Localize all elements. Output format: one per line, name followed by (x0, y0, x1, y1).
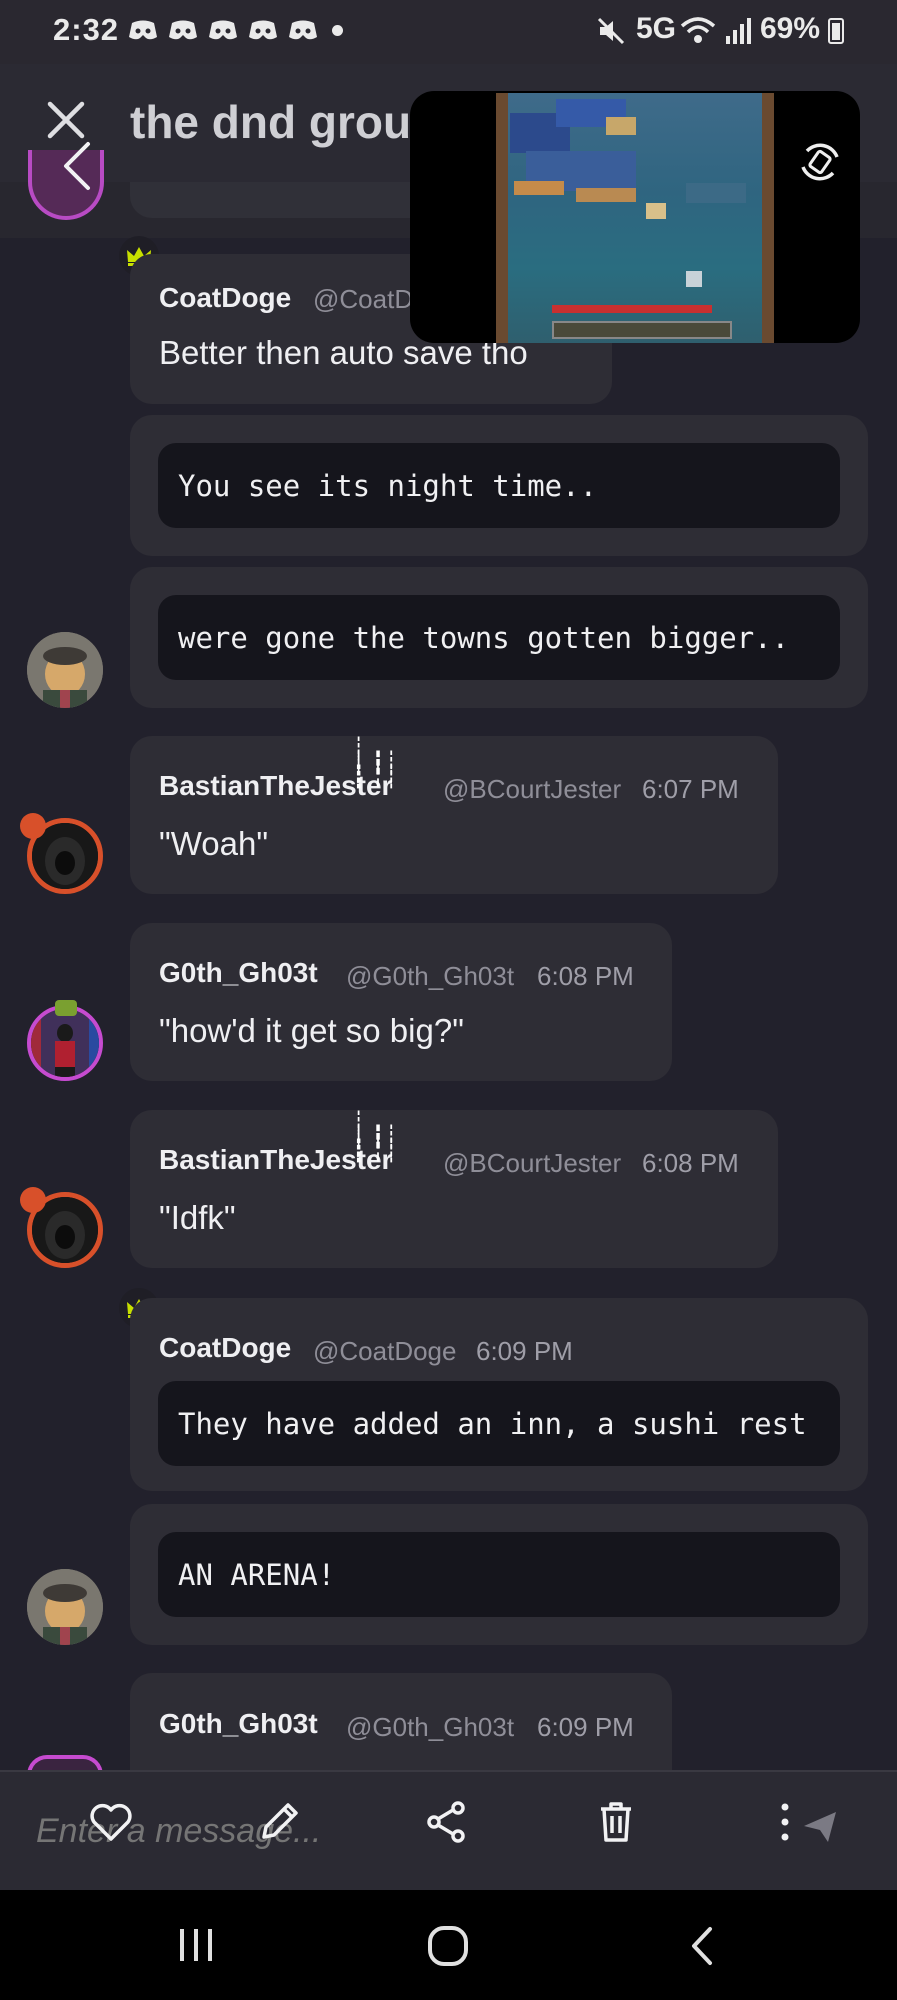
message-author[interactable]: CoatDoge (159, 1332, 291, 1364)
battery-percent: 69% (760, 12, 821, 45)
battery-icon (828, 18, 844, 44)
message-bubble[interactable] (130, 1110, 778, 1268)
message-bubble[interactable] (130, 923, 672, 1081)
code-block: They have added an inn, a sushi rest (158, 1381, 840, 1466)
code-text: AN ARENA! (178, 1558, 336, 1592)
avatar[interactable] (27, 1569, 103, 1645)
home-icon[interactable] (425, 1923, 471, 1969)
code-text: They have added an inn, a sushi rest (178, 1407, 807, 1441)
message-text: "Idfk" (159, 1199, 236, 1236)
code-text: You see its night time.. (178, 469, 598, 503)
avatar[interactable] (27, 632, 103, 708)
more-vertical-icon[interactable] (770, 1797, 800, 1847)
code-text: were gone the towns gotten bigger.. (178, 621, 790, 655)
goth-avatar-image (31, 1009, 99, 1077)
wifi-icon (680, 17, 716, 43)
signal-icon (726, 18, 751, 44)
message-time: 6:09 PM (537, 1712, 634, 1742)
message-time: 6:07 PM (642, 774, 739, 804)
code-block: AN ARENA! (158, 1532, 840, 1617)
avatar[interactable] (27, 1005, 103, 1081)
pencil-icon[interactable] (254, 1797, 304, 1847)
avatar-badge (20, 1187, 46, 1213)
recent-apps-icon[interactable] (174, 1925, 220, 1965)
back-icon[interactable] (58, 140, 98, 192)
more-notifications-dot (332, 25, 343, 36)
message-handle: @G0th_Gh03t (346, 961, 515, 991)
discord-notification-icon (129, 20, 157, 40)
trash-icon[interactable] (591, 1797, 641, 1847)
share-icon[interactable] (422, 1797, 472, 1847)
message-handle: @BCourtJester (443, 1148, 622, 1178)
message-author[interactable]: CoatDoge (159, 282, 291, 314)
doge-avatar-image (27, 1569, 103, 1645)
discord-notification-icon (209, 20, 237, 40)
video-frame (496, 93, 774, 343)
message-handle: @CoatD (313, 284, 414, 314)
close-icon[interactable] (44, 98, 88, 142)
code-block: You see its night time.. (158, 443, 840, 528)
discord-notification-icon (249, 20, 277, 40)
avatar-badge (20, 813, 46, 839)
message-text: "how'd it get so big?" (159, 1012, 464, 1049)
chat-title: the dnd group (130, 96, 440, 148)
network-type: 5G (636, 12, 677, 45)
message-time: 6:09 PM (476, 1336, 573, 1366)
back-nav-icon[interactable] (684, 1923, 720, 1969)
rotate-screen-icon[interactable] (797, 139, 843, 185)
code-block: were gone the towns gotten bigger.. (158, 595, 840, 680)
message-author[interactable]: G0th_Gh03t (159, 1708, 318, 1740)
discord-notification-icon (169, 20, 197, 40)
message-time: 6:08 PM (537, 961, 634, 991)
status-time: 2:32 (53, 12, 120, 47)
send-icon[interactable] (798, 1804, 842, 1848)
mute-icon (597, 17, 625, 45)
doge-avatar-image (27, 632, 103, 708)
author-decoration: ┊ ┆ ┇┊ ┋ ╎┊ (352, 1110, 398, 1163)
author-decoration: ┊ ┆ ┇┊ ┋ ╎┊ (352, 736, 398, 789)
message-handle: @CoatDoge (313, 1336, 457, 1366)
message-handle: @G0th_Gh03t (346, 1712, 515, 1742)
avatar-badge (55, 1000, 77, 1016)
discord-notification-icon (289, 20, 317, 40)
picture-in-picture-video[interactable] (410, 91, 860, 343)
heart-icon[interactable] (86, 1797, 136, 1847)
message-bubble[interactable] (130, 736, 778, 894)
message-text: "Woah" (159, 825, 269, 862)
message-time: 6:08 PM (642, 1148, 739, 1178)
message-author[interactable]: G0th_Gh03t (159, 957, 318, 989)
message-handle: @BCourtJester (443, 774, 622, 804)
